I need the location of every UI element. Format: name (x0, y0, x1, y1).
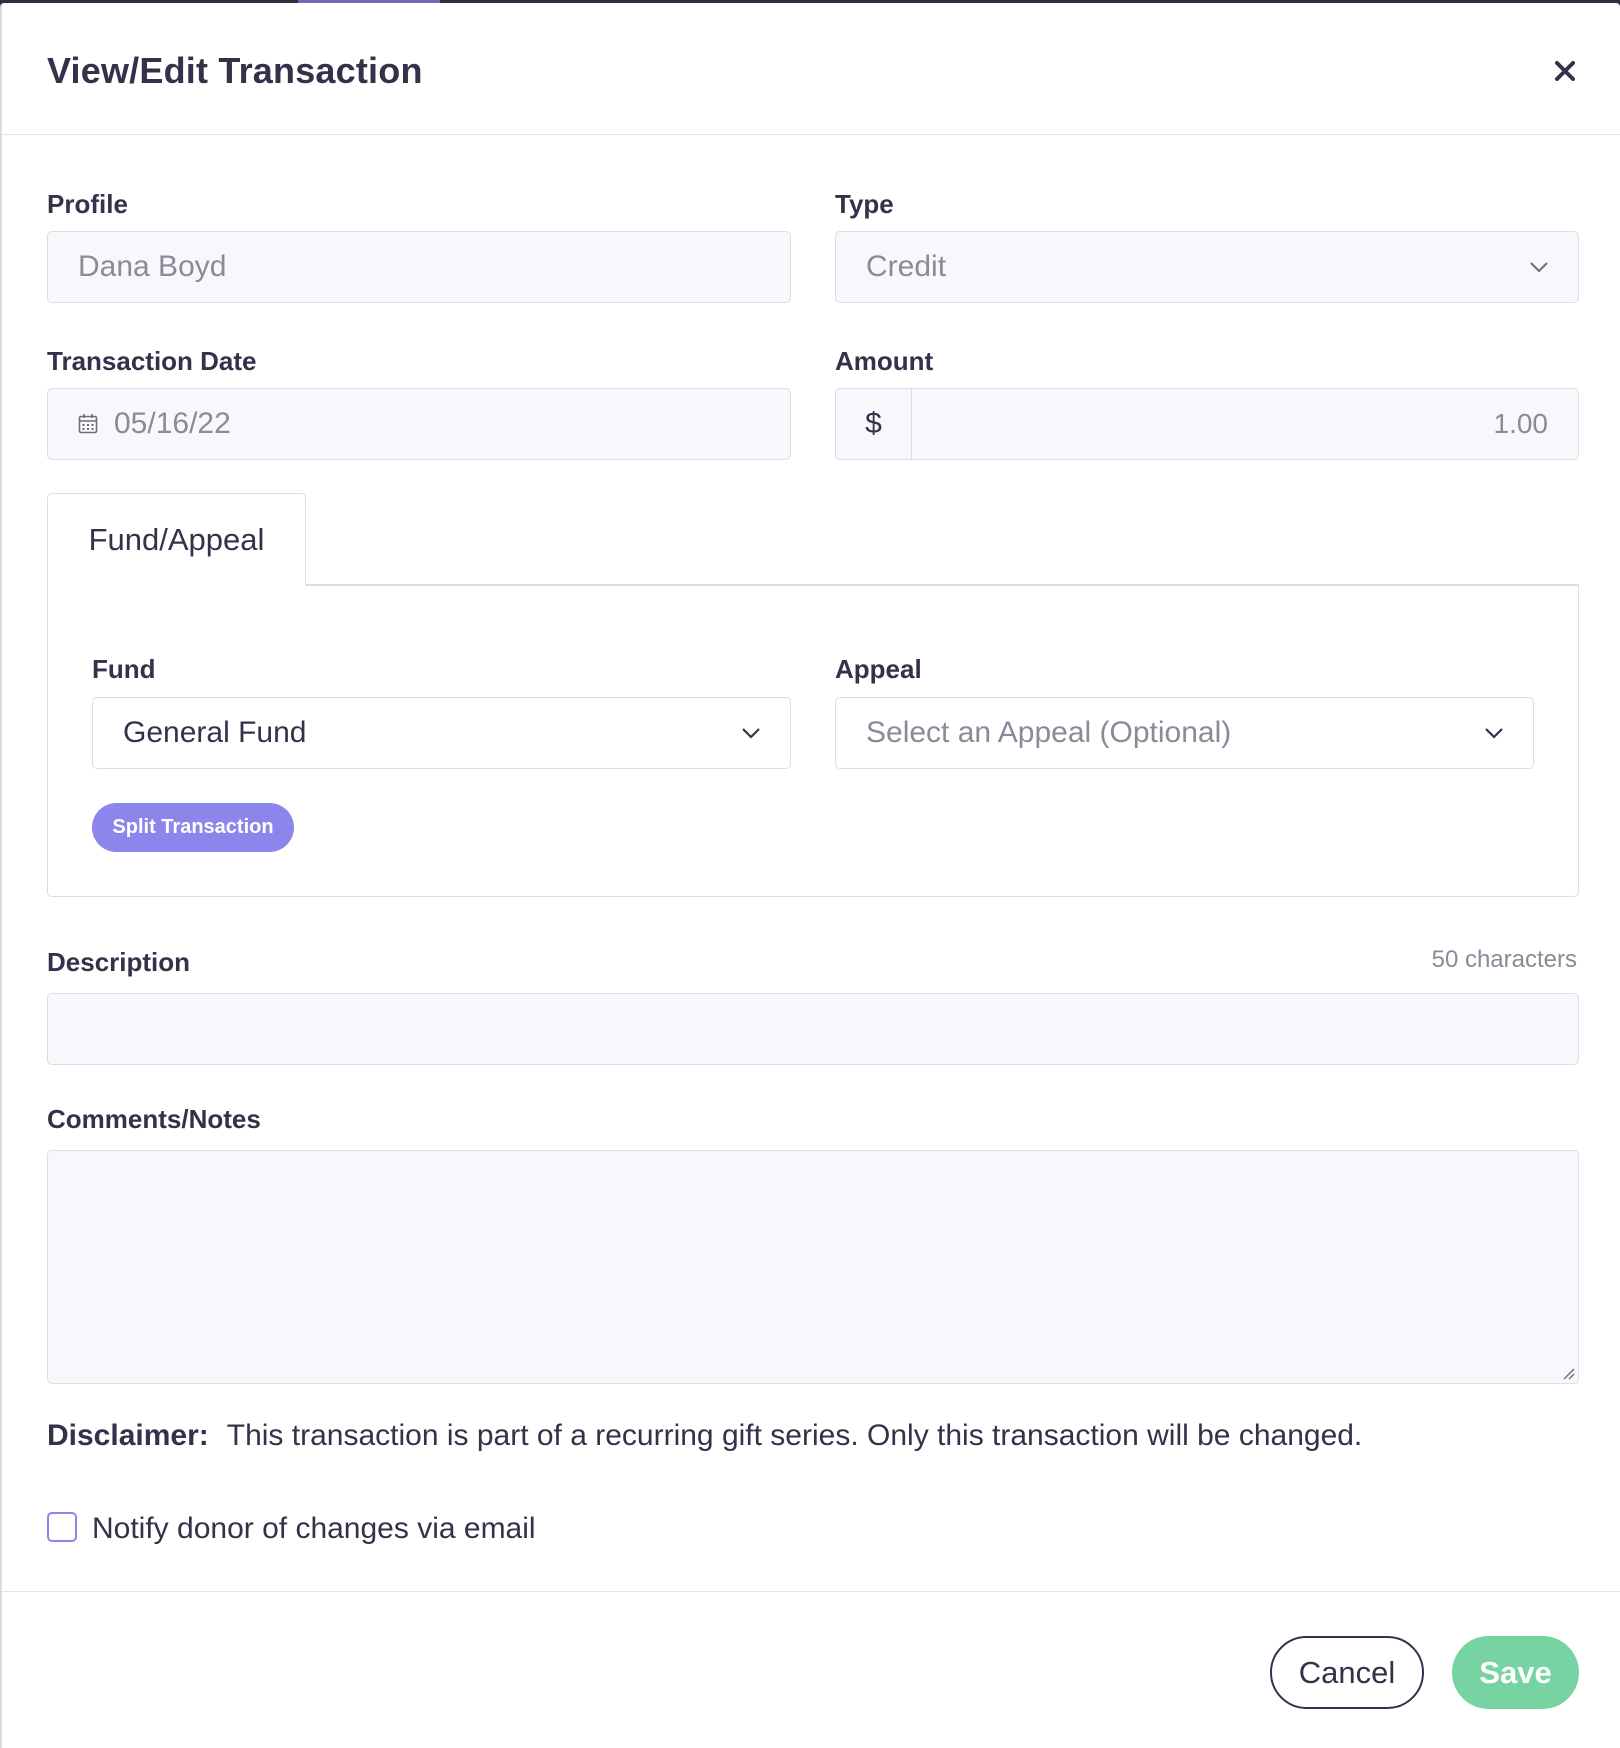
profile-field[interactable]: Dana Boyd (47, 231, 791, 303)
disclaimer: Disclaimer: This transaction is part of a… (47, 1419, 1362, 1453)
cancel-button[interactable]: Cancel (1270, 1636, 1424, 1709)
description-input[interactable] (47, 993, 1579, 1065)
currency-prefix: $ (836, 389, 912, 459)
type-select[interactable]: Credit (835, 231, 1579, 303)
chevron-down-icon (742, 728, 760, 739)
fund-select[interactable]: General Fund (92, 697, 791, 769)
fund-value: General Fund (123, 716, 307, 749)
comments-textarea[interactable] (47, 1150, 1579, 1384)
type-value: Credit (866, 250, 947, 283)
transaction-date-label: Transaction Date (47, 346, 257, 376)
resize-handle-icon[interactable] (1561, 1366, 1575, 1380)
comments-label: Comments/Notes (47, 1104, 261, 1134)
type-label: Type (835, 189, 894, 219)
close-button[interactable] (1548, 54, 1582, 88)
profile-value: Dana Boyd (78, 250, 227, 283)
fund-label: Fund (92, 654, 156, 684)
disclaimer-label: Disclaimer: (47, 1419, 209, 1452)
window-top-accent (298, 0, 440, 3)
description-char-count: 50 characters (1431, 946, 1577, 973)
save-button[interactable]: Save (1452, 1636, 1579, 1709)
appeal-select[interactable]: Select an Appeal (Optional) (835, 697, 1534, 769)
description-label: Description (47, 947, 191, 977)
amount-field[interactable]: $ 1.00 (835, 388, 1579, 460)
modal-header: View/Edit Transaction (2, 3, 1620, 135)
amount-value: 1.00 (1493, 408, 1549, 439)
transaction-date-value: 05/16/22 (114, 407, 231, 440)
calendar-icon (78, 414, 98, 434)
notify-donor-checkbox[interactable] (47, 1512, 77, 1542)
appeal-label: Appeal (835, 654, 922, 684)
notify-donor-label[interactable]: Notify donor of changes via email (92, 1512, 536, 1546)
close-icon (1555, 61, 1575, 81)
edit-transaction-modal: View/Edit Transaction Profile Dana Boyd … (0, 3, 1620, 1748)
tab-fund-appeal[interactable]: Fund/Appeal (47, 493, 306, 586)
transaction-date-field[interactable]: 05/16/22 (47, 388, 791, 460)
chevron-down-icon (1485, 728, 1503, 739)
modal-title: View/Edit Transaction (47, 50, 423, 91)
disclaimer-text: This transaction is part of a recurring … (226, 1419, 1363, 1452)
chevron-down-icon (1530, 262, 1548, 273)
amount-label: Amount (835, 346, 934, 376)
split-transaction-button[interactable]: Split Transaction (92, 803, 294, 852)
profile-label: Profile (47, 189, 128, 219)
appeal-placeholder: Select an Appeal (Optional) (866, 716, 1232, 749)
